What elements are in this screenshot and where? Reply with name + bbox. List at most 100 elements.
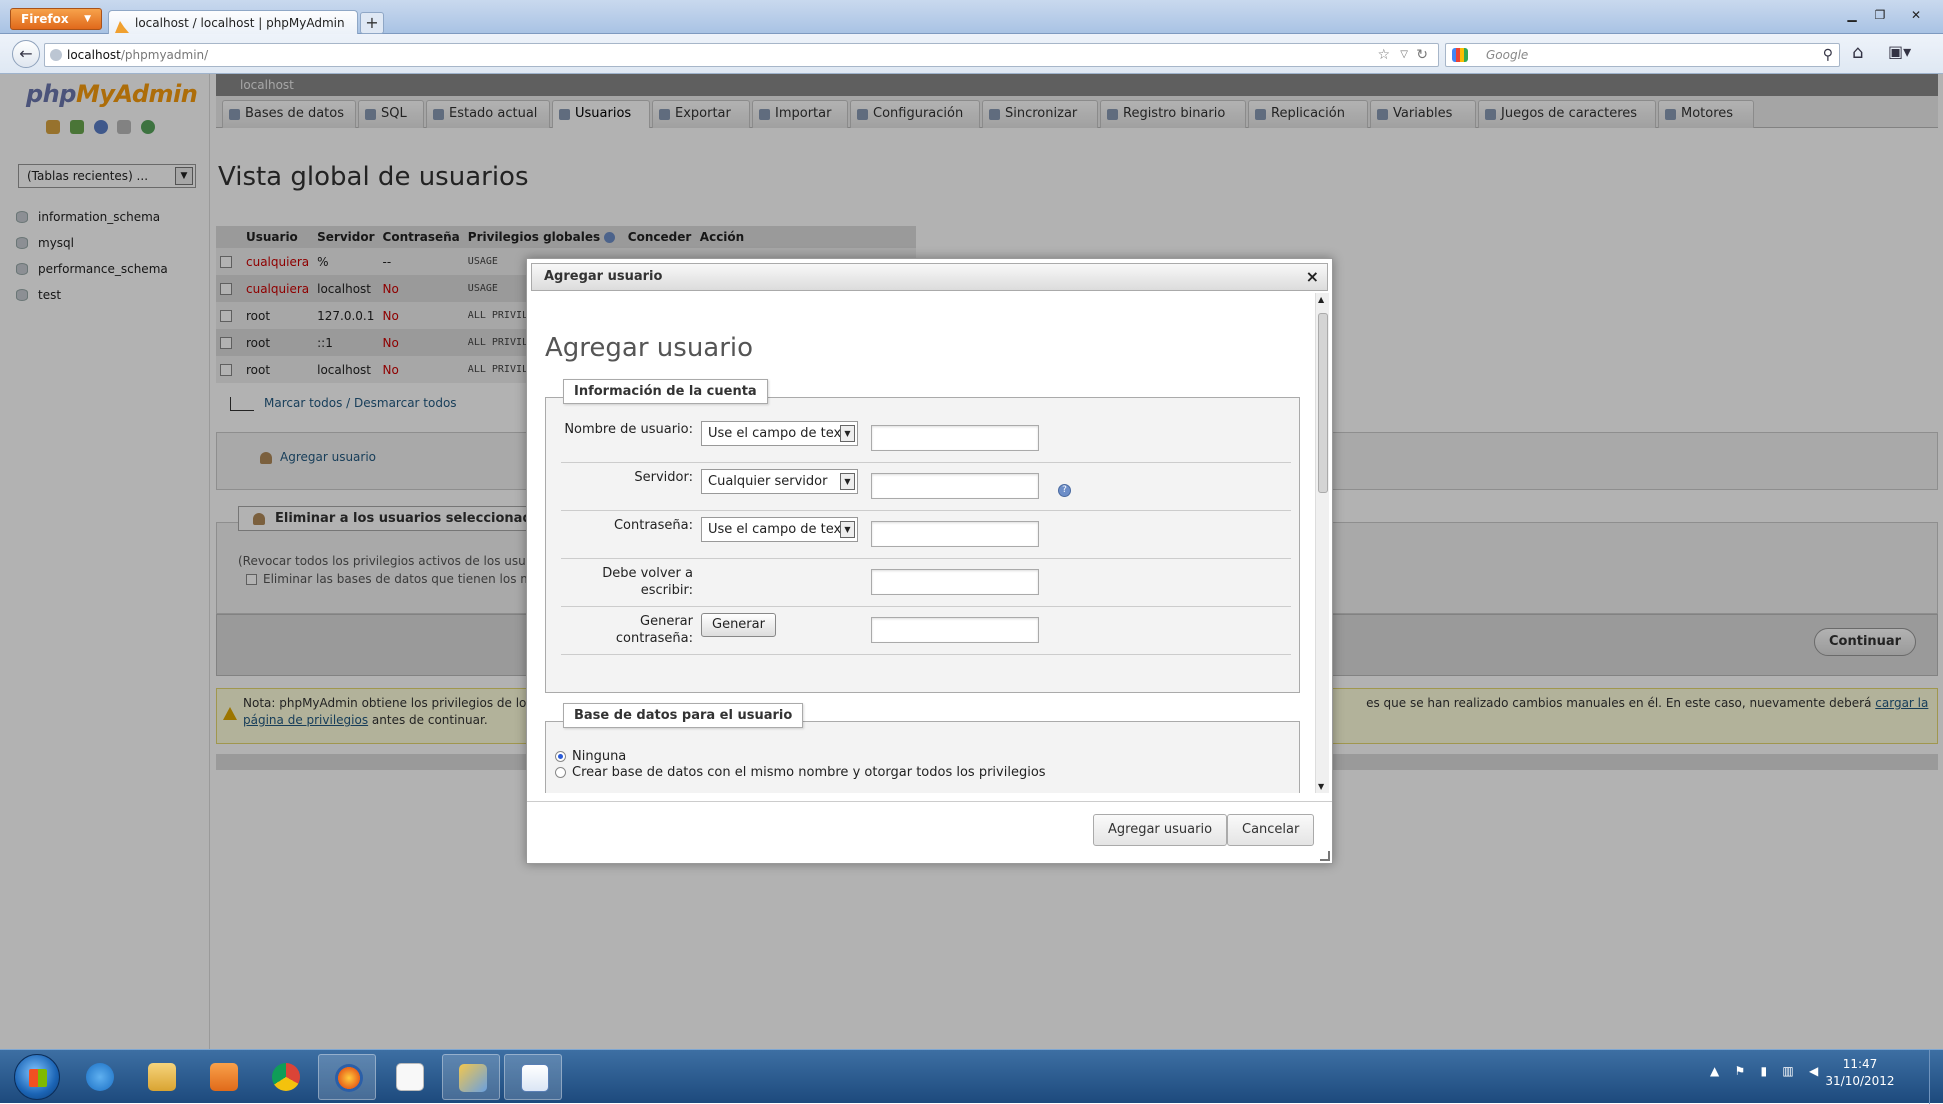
firefox-menu-label: Firefox	[21, 12, 69, 26]
browser-navbar: ← localhost/phpmyadmin/ ☆ ▽ ↻ Google ⚲ ⌂…	[0, 34, 1943, 74]
username-input[interactable]	[871, 425, 1039, 451]
password-input[interactable]	[871, 521, 1039, 547]
taskbar-firefox[interactable]	[318, 1054, 376, 1100]
taskbar-media[interactable]	[194, 1054, 252, 1100]
taskbar-explorer[interactable]	[132, 1054, 190, 1100]
scrollbar-thumb[interactable]	[1318, 313, 1328, 493]
taskbar-clock[interactable]: 11:47 31/10/2012	[1825, 1056, 1895, 1090]
google-icon	[1452, 48, 1468, 62]
dialog-footer: Agregar usuario Cancelar	[527, 801, 1332, 863]
generate-label: Generar contraseña:	[561, 613, 693, 647]
search-icon[interactable]: ⚲	[1823, 44, 1833, 66]
chrome-icon	[272, 1063, 300, 1091]
password-select[interactable]: Use el campo de texto ▼	[701, 517, 858, 542]
taskbar-wordpad[interactable]	[504, 1054, 562, 1100]
url-path: /phpmyadmin/	[120, 48, 209, 62]
network-icon[interactable]: ▥	[1782, 1064, 1793, 1078]
url-bar[interactable]: localhost/phpmyadmin/ ☆ ▽ ↻	[44, 43, 1439, 67]
firefox-menu-button[interactable]: Firefox ▼	[10, 8, 102, 30]
close-window-icon[interactable]: ✕	[1896, 6, 1936, 26]
reload-icon[interactable]: ↻	[1416, 44, 1428, 66]
internet-explorer-icon	[86, 1063, 114, 1091]
add-user-dialog: Agregar usuario × Agregar usuario Inform…	[526, 258, 1333, 864]
start-button[interactable]	[14, 1054, 60, 1100]
windows-taskbar: ▲ ⚑ ▮ ▥ ◀ 11:47 31/10/2012	[0, 1049, 1943, 1104]
taskbar-notepad[interactable]	[380, 1054, 438, 1100]
chevron-down-icon: ▼	[840, 521, 855, 538]
retype-input[interactable]	[871, 569, 1039, 595]
firefox-icon	[335, 1064, 363, 1092]
dialog-body: Agregar usuario Información de la cuenta…	[531, 293, 1315, 793]
db-option-label: Ninguna	[572, 749, 627, 764]
close-icon[interactable]: ×	[1306, 264, 1319, 290]
bookmark-star-icon[interactable]: ☆	[1377, 44, 1390, 66]
add-user-button[interactable]: Agregar usuario	[1093, 814, 1228, 846]
new-tab-button[interactable]: +	[360, 12, 384, 34]
retype-label-line: Debe volver a	[602, 566, 693, 581]
document-icon	[396, 1063, 424, 1091]
database-legend: Base de datos para el usuario	[563, 703, 804, 728]
generate-row: Generar contraseña: Generar	[561, 607, 1291, 655]
retype-label: Debe volver a escribir:	[561, 565, 693, 599]
account-legend: Información de la cuenta	[563, 379, 768, 404]
chevron-down-icon: ▼	[840, 425, 855, 442]
dialog-title: Agregar usuario	[545, 333, 754, 363]
phpmyadmin-favicon-icon	[115, 17, 129, 33]
generate-label-line: contraseña:	[615, 631, 693, 646]
username-row: Nombre de usuario: Use el campo de texto…	[561, 415, 1291, 463]
media-player-icon	[210, 1063, 238, 1091]
windows-logo-icon	[29, 1069, 47, 1087]
dialog-titlebar[interactable]: Agregar usuario ×	[531, 263, 1328, 291]
username-label: Nombre de usuario:	[564, 422, 693, 437]
tray-expand-icon[interactable]: ▲	[1710, 1064, 1719, 1078]
browser-tab[interactable]: localhost / localhost | phpMyAdmin 3.5.1	[108, 10, 358, 54]
minimize-icon[interactable]: ▁	[1838, 6, 1866, 26]
generated-password-input[interactable]	[871, 617, 1039, 643]
taskbar-ie[interactable]	[70, 1054, 128, 1100]
host-select[interactable]: Cualquier servidor ▼	[701, 469, 858, 494]
show-desktop-button[interactable]	[1929, 1050, 1943, 1104]
radio-unselected[interactable]	[555, 767, 566, 778]
search-bar[interactable]: Google ⚲	[1445, 43, 1840, 67]
resize-grip-icon[interactable]	[1320, 851, 1330, 861]
dropdown-arrow-icon[interactable]: ▽	[1400, 44, 1408, 66]
paint-icon	[459, 1064, 487, 1092]
db-option-label: Crear base de datos con el mismo nombre …	[572, 765, 1046, 780]
url-host: localhost	[67, 48, 121, 62]
taskbar-chrome[interactable]	[256, 1054, 314, 1100]
cancel-button[interactable]: Cancelar	[1227, 814, 1315, 846]
search-placeholder: Google	[1486, 48, 1529, 62]
clock-date: 31/10/2012	[1825, 1074, 1895, 1088]
home-icon[interactable]: ⌂	[1852, 42, 1863, 63]
radio-selected[interactable]	[555, 751, 566, 762]
browser-titlebar: Firefox ▼ localhost / localhost | phpMyA…	[0, 0, 1943, 54]
password-select-value: Use el campo de texto	[708, 522, 855, 537]
host-select-value: Cualquier servidor	[708, 474, 828, 489]
restore-icon[interactable]: ❐	[1866, 6, 1894, 26]
system-tray: ▲ ⚑ ▮ ▥ ◀	[1710, 1064, 1818, 1078]
dialog-scrollbar[interactable]: ▲ ▼	[1315, 293, 1329, 793]
host-input[interactable]	[871, 473, 1039, 499]
clock-time: 11:47	[1842, 1057, 1878, 1071]
password-label: Contraseña:	[613, 518, 693, 533]
battery-icon[interactable]: ▮	[1761, 1064, 1768, 1078]
dialog-header-title: Agregar usuario	[544, 269, 663, 284]
taskbar-paint[interactable]	[442, 1054, 500, 1100]
folder-icon	[148, 1063, 176, 1091]
db-option-none[interactable]: Ninguna	[555, 749, 626, 764]
generate-password-button[interactable]: Generar	[701, 613, 776, 637]
scroll-down-icon[interactable]: ▼	[1318, 782, 1324, 791]
action-center-flag-icon[interactable]: ⚑	[1735, 1064, 1746, 1078]
volume-icon[interactable]: ◀	[1809, 1064, 1818, 1078]
username-select[interactable]: Use el campo de texto ▼	[701, 421, 858, 446]
help-icon[interactable]: ?	[1058, 484, 1071, 497]
wordpad-icon	[521, 1064, 549, 1092]
scroll-up-icon[interactable]: ▲	[1318, 295, 1324, 304]
back-arrow-icon[interactable]: ←	[12, 40, 40, 68]
bookmarks-menu-icon[interactable]: ▣▾	[1888, 42, 1911, 61]
db-option-create[interactable]: Crear base de datos con el mismo nombre …	[555, 765, 1046, 780]
password-row: Contraseña: Use el campo de texto ▼	[561, 511, 1291, 559]
host-label: Servidor:	[634, 470, 693, 485]
username-select-value: Use el campo de texto	[708, 426, 855, 441]
globe-icon	[50, 49, 62, 61]
